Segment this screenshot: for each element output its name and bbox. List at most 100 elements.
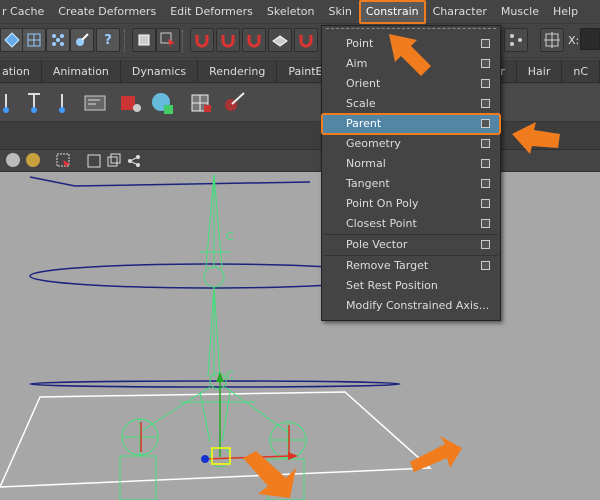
menu-item-label: Pole Vector	[346, 238, 408, 251]
menu-item-label: Point On Poly	[346, 197, 419, 210]
scene-view: C C	[0, 173, 462, 500]
menu-item-label: Geometry	[346, 137, 401, 150]
ground-plane[interactable]	[0, 391, 432, 488]
menu-item-geometry[interactable]: Geometry	[322, 134, 500, 154]
menu-constrain[interactable]: Constrain	[358, 0, 426, 24]
component-mode-icon[interactable]	[22, 28, 46, 52]
option-box-icon[interactable]	[481, 179, 490, 188]
menu-item-label: Modify Constrained Axis...	[346, 299, 490, 312]
menu-item-set-rest-position[interactable]: Set Rest Position	[322, 276, 500, 296]
x-coordinate-input[interactable]	[580, 28, 600, 50]
magnet-icon	[299, 35, 313, 48]
square-icon	[138, 34, 150, 46]
option-box-icon[interactable]	[481, 261, 490, 270]
ik-handle-icon[interactable]	[24, 90, 50, 116]
lattice-icon[interactable]	[188, 90, 214, 116]
callout-arrow-constrain	[389, 34, 431, 76]
menu-skin[interactable]: Skin	[321, 0, 358, 24]
menu-item-label: Point	[346, 37, 374, 50]
select-mode-icon[interactable]	[0, 28, 24, 52]
menu-item-point-on-poly[interactable]: Point On Poly	[322, 194, 500, 214]
snap-curve-icon[interactable]	[216, 28, 240, 52]
tab-dynamics[interactable]: Dynamics	[121, 60, 199, 83]
shelf-tabs: ation Animation Dynamics Rendering Paint…	[0, 60, 600, 83]
option-box-icon[interactable]	[481, 159, 490, 168]
3d-viewport[interactable]: C C	[0, 172, 600, 500]
tab-rendering[interactable]: Rendering	[198, 60, 278, 83]
option-box-icon[interactable]	[481, 240, 490, 249]
option-box-icon[interactable]	[481, 59, 490, 68]
brush-icon	[76, 33, 89, 46]
wireframe-icon[interactable]	[106, 153, 122, 169]
rig-label-lower: C	[226, 369, 234, 382]
tab-hair[interactable]: Hair	[517, 60, 563, 83]
plane-icon	[272, 35, 288, 47]
option-box-icon[interactable]	[481, 219, 490, 228]
crosshair-icon	[544, 32, 560, 48]
menu-item-scale[interactable]: Scale	[322, 94, 500, 114]
paint-mask-icon[interactable]	[70, 28, 94, 52]
menu-cache[interactable]: r Cache	[0, 0, 51, 24]
hypergraph-icon[interactable]	[82, 90, 108, 116]
smooth-shade-icon[interactable]	[6, 153, 20, 167]
points-mask-icon[interactable]	[46, 28, 70, 52]
option-box-icon[interactable]	[481, 139, 490, 148]
status-line: ? X:	[0, 24, 600, 58]
tab-animation[interactable]: Animation	[42, 60, 121, 83]
option-box-icon[interactable]	[481, 79, 490, 88]
cursor-icon	[160, 32, 175, 47]
option-box-icon[interactable]	[481, 199, 490, 208]
toolbar-divider	[124, 30, 128, 52]
menu-item-label: Scale	[346, 97, 376, 110]
menu-character[interactable]: Character	[426, 0, 494, 24]
control-curve-top[interactable]	[29, 176, 311, 187]
cluster-icon[interactable]	[118, 90, 144, 116]
menu-item-tangent[interactable]: Tangent	[322, 174, 500, 194]
joint-tool-icon[interactable]	[0, 90, 26, 116]
textured-icon[interactable]	[26, 153, 40, 167]
menu-muscle[interactable]: Muscle	[494, 0, 546, 24]
nodes-icon[interactable]	[126, 153, 142, 169]
snap-toggle-icon[interactable]	[132, 28, 156, 52]
magnet-icon	[247, 35, 261, 48]
sphere-icon[interactable]	[150, 90, 176, 116]
snap-point-icon[interactable]	[242, 28, 266, 52]
manipulator-z-handle[interactable]	[201, 455, 209, 463]
shelf-icons	[0, 84, 600, 122]
transform-constraint-icon[interactable]	[540, 28, 564, 52]
menu-item-label: Normal	[346, 157, 386, 170]
snap-grid-icon[interactable]	[190, 28, 214, 52]
tab-ncloth[interactable]: nC	[562, 60, 600, 83]
xray-icon[interactable]	[86, 153, 102, 169]
menu-item-label: Closest Point	[346, 217, 417, 230]
magnet-icon	[195, 35, 209, 48]
menu-edit-deformers[interactable]: Edit Deformers	[163, 0, 260, 24]
menu-item-pole-vector[interactable]: Pole Vector	[322, 235, 500, 255]
option-box-icon[interactable]	[481, 99, 490, 108]
control-circle-lower[interactable]	[29, 380, 401, 388]
menu-item-normal[interactable]: Normal	[322, 154, 500, 174]
rig-skeleton[interactable]	[119, 173, 307, 500]
option-box-icon[interactable]	[481, 39, 490, 48]
grid-icon	[27, 33, 41, 47]
option-box-icon[interactable]	[481, 119, 490, 128]
menu-create-deformers[interactable]: Create Deformers	[51, 0, 163, 24]
menu-skeleton[interactable]: Skeleton	[260, 0, 322, 24]
snap-live-icon[interactable]	[294, 28, 318, 52]
isolate-select-icon[interactable]	[56, 153, 72, 169]
tab-animation-cut[interactable]: ation	[0, 60, 42, 83]
menu-item-modify-constrained-axis[interactable]: Modify Constrained Axis...	[322, 296, 500, 316]
paint-weights-icon[interactable]	[222, 90, 248, 116]
menu-help[interactable]: Help	[546, 0, 585, 24]
history-icon[interactable]	[504, 28, 528, 52]
ik-spline-icon[interactable]	[50, 90, 76, 116]
help-button[interactable]: ?	[96, 28, 120, 52]
menu-item-label: Tangent	[346, 177, 390, 190]
menu-item-closest-point[interactable]: Closest Point	[322, 214, 500, 234]
select-cursor-icon[interactable]	[156, 28, 180, 52]
menu-item-parent[interactable]: Parent	[321, 113, 501, 135]
snap-plane-icon[interactable]	[268, 28, 292, 52]
menu-item-remove-target[interactable]: Remove Target	[322, 256, 500, 276]
toolbar-divider	[182, 30, 186, 52]
callout-arrow-parent	[512, 122, 560, 154]
